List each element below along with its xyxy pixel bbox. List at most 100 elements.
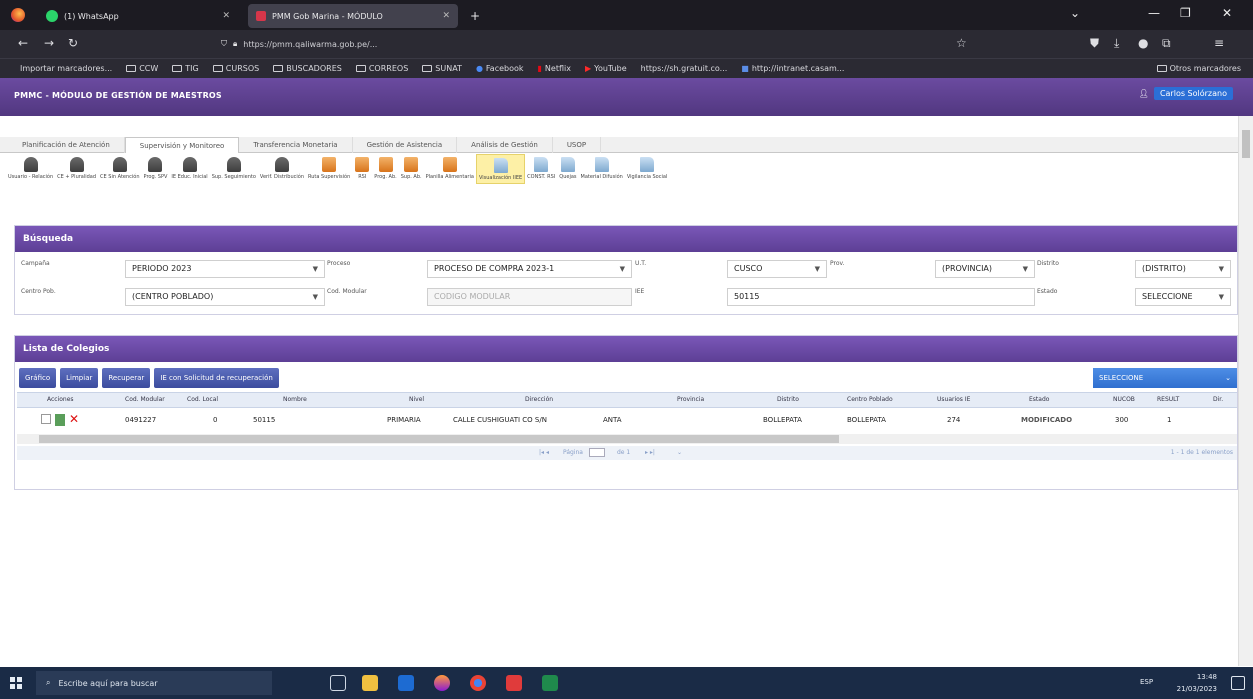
provincia-select[interactable]: (PROVINCIA) ▼ — [935, 260, 1035, 278]
download-icon[interactable]: ⤓ — [1114, 36, 1119, 51]
taskbar-search[interactable]: ⌕ Escribe aquí para buscar — [36, 671, 272, 695]
toolbar-button[interactable]: CE + Pluralidad — [55, 154, 98, 184]
column-header[interactable]: NUCOB — [1113, 396, 1135, 403]
columns-select[interactable]: SELECCIONE ⌄ — [1093, 368, 1237, 388]
toolbar-button[interactable]: Visualización IIEE — [475, 154, 526, 184]
toolbar-button[interactable]: Sup. Seguimiento — [210, 154, 258, 184]
account-icon[interactable]: ● — [1138, 36, 1148, 50]
bookmark-item[interactable]: Importar marcadores... — [20, 64, 112, 73]
bookmark-facebook[interactable]: ● Facebook — [476, 64, 524, 73]
first-page-icon[interactable]: |◂ ◂ — [539, 449, 549, 456]
windows-start-icon[interactable] — [10, 677, 22, 689]
toolbar-button[interactable]: Prog. Ab. — [372, 154, 398, 184]
column-header[interactable]: Centro Poblado — [847, 396, 893, 403]
bookmark-folder[interactable]: SUNAT — [422, 64, 462, 73]
toolbar-button[interactable]: Prog. SPV — [142, 154, 170, 184]
menu-icon[interactable]: ≡ — [1214, 36, 1224, 50]
window-close-icon[interactable]: ✕ — [1222, 6, 1232, 20]
save-icon[interactable] — [55, 414, 65, 426]
toolbar-button[interactable]: CE Sin Atención — [98, 154, 141, 184]
bookmark-item[interactable]: ■ http://intranet.casam... — [741, 64, 844, 73]
campana-select[interactable]: PERIODO 2023 ▼ — [125, 260, 325, 278]
firefox-taskbar-icon[interactable] — [434, 675, 450, 691]
scrollbar-thumb[interactable] — [1242, 130, 1250, 158]
page-scrollbar[interactable] — [1238, 116, 1253, 666]
centro-select[interactable]: (CENTRO POBLADO) ▼ — [125, 288, 325, 306]
grafico-button[interactable]: Gráfico — [19, 368, 57, 388]
bookmark-folder[interactable]: TIG — [172, 64, 199, 73]
column-header[interactable]: Usuarios IE — [937, 396, 970, 403]
toolbar-button[interactable]: Quejas — [557, 154, 578, 184]
scrollbar-thumb[interactable] — [39, 435, 839, 443]
toolbar-button[interactable]: Vigilancia Social — [625, 154, 670, 184]
menu-tab[interactable]: Transferencia Monetaria — [239, 137, 353, 153]
limpiar-button[interactable]: Limpiar — [60, 368, 99, 388]
cod-modular-input[interactable]: CODIGO MODULAR — [427, 288, 632, 306]
toolbar-button[interactable]: Material Difusión — [579, 154, 625, 184]
browser-tab-pmm[interactable]: PMM Gob Marina - MÓDULO ✕ — [248, 4, 458, 28]
menu-tab[interactable]: USOP — [553, 137, 602, 153]
task-view-icon[interactable] — [330, 675, 346, 691]
notification-icon[interactable] — [1231, 676, 1245, 690]
page-size-select[interactable]: ⌄ — [677, 449, 682, 456]
file-explorer-icon[interactable] — [362, 675, 378, 691]
toolbar-button[interactable]: Sup. Ab. — [399, 154, 424, 184]
table-row[interactable]: ✕ 0491227 0 50115 PRIMARIA CALLE CUSHIGU… — [17, 410, 1237, 432]
user-name[interactable]: Carlos Solórzano — [1153, 87, 1233, 100]
close-icon[interactable]: ✕ — [222, 11, 230, 21]
proceso-select[interactable]: PROCESO DE COMPRA 2023-1 ▼ — [427, 260, 632, 278]
toolbar-button[interactable]: Verif. Distribución — [258, 154, 306, 184]
column-header[interactable]: Estado — [1029, 396, 1049, 403]
table-hscroll[interactable] — [17, 434, 1237, 444]
page-input[interactable] — [589, 448, 605, 457]
url-bar[interactable]: ⛉ 🔒︎ https://pmm.qaliwarma.gob.pe/... — [215, 34, 965, 54]
iiee-input[interactable]: 50115 — [727, 288, 1035, 306]
minimize-icon[interactable]: — — [1148, 6, 1160, 20]
bookmark-folder[interactable]: CCW — [126, 64, 158, 73]
excel-icon[interactable] — [542, 675, 558, 691]
distrito-select[interactable]: (DISTRITO) ▼ — [1135, 260, 1231, 278]
close-icon[interactable]: ✕ — [442, 11, 450, 21]
column-header[interactable]: Nivel — [409, 396, 424, 403]
ie-solicitud-button[interactable]: IE con Solicitud de recuperación — [154, 368, 279, 388]
pdf-icon[interactable] — [506, 675, 522, 691]
menu-tab-active[interactable]: Supervisión y Monitoreo — [124, 137, 240, 153]
language-indicator[interactable]: ESP — [1140, 678, 1153, 686]
clock[interactable]: 13:48 21/03/2023 — [1177, 671, 1217, 695]
column-header[interactable]: Dirección — [525, 396, 553, 403]
toolbar-button[interactable]: Ruta Supervisión — [306, 154, 352, 184]
column-header[interactable]: RESULT — [1157, 396, 1179, 403]
toolbar-button[interactable]: Usuario - Relación — [6, 154, 55, 184]
browser-tab-whatsapp[interactable]: (1) WhatsApp ✕ — [38, 4, 238, 28]
maximize-icon[interactable]: ❐ — [1180, 6, 1191, 20]
column-header[interactable]: Provincia — [677, 396, 704, 403]
tab-list-icon[interactable]: ⌄ — [1070, 6, 1080, 20]
chrome-icon[interactable] — [470, 675, 486, 691]
back-icon[interactable]: ← — [18, 36, 28, 50]
word-icon[interactable] — [398, 675, 414, 691]
column-header[interactable]: Cod. Modular — [125, 396, 165, 403]
bookmark-youtube[interactable]: ▶ YouTube — [585, 64, 627, 73]
column-header[interactable]: Distrito — [777, 396, 799, 403]
bookmark-item[interactable]: https://sh.gratuit.co... — [641, 64, 728, 73]
menu-tab[interactable]: Gestión de Asistencia — [353, 137, 458, 153]
delete-icon[interactable]: ✕ — [69, 412, 79, 426]
firefox-icon[interactable] — [11, 8, 25, 22]
estado-select[interactable]: SELECCIONE ▼ — [1135, 288, 1231, 306]
ut-select[interactable]: CUSCO ▼ — [727, 260, 827, 278]
menu-tab[interactable]: Planificación de Atención — [8, 137, 125, 153]
shield-icon[interactable]: ⛉ — [221, 39, 227, 49]
toolbar-button[interactable]: IE Educ. Inicial — [169, 154, 209, 184]
reload-icon[interactable]: ↻ — [68, 36, 78, 50]
column-header[interactable]: Cod. Local — [187, 396, 218, 403]
user-box[interactable]: 👤︎ Carlos Solórzano — [1139, 87, 1233, 100]
bookmark-folder[interactable]: CURSOS — [212, 64, 259, 73]
column-header[interactable]: Nombre — [283, 396, 307, 403]
toolbar-button[interactable]: CONST. RSI — [525, 154, 557, 184]
recuperar-button[interactable]: Recuperar — [102, 368, 151, 388]
toolbar-button[interactable]: Planilla Alimentaria — [424, 154, 476, 184]
lock-icon[interactable]: 🔒︎ — [233, 39, 237, 49]
column-header[interactable]: Dir. — [1213, 396, 1223, 403]
star-icon[interactable]: ☆ — [956, 36, 967, 50]
next-page-icon[interactable]: ▸ ▸| — [645, 449, 655, 456]
